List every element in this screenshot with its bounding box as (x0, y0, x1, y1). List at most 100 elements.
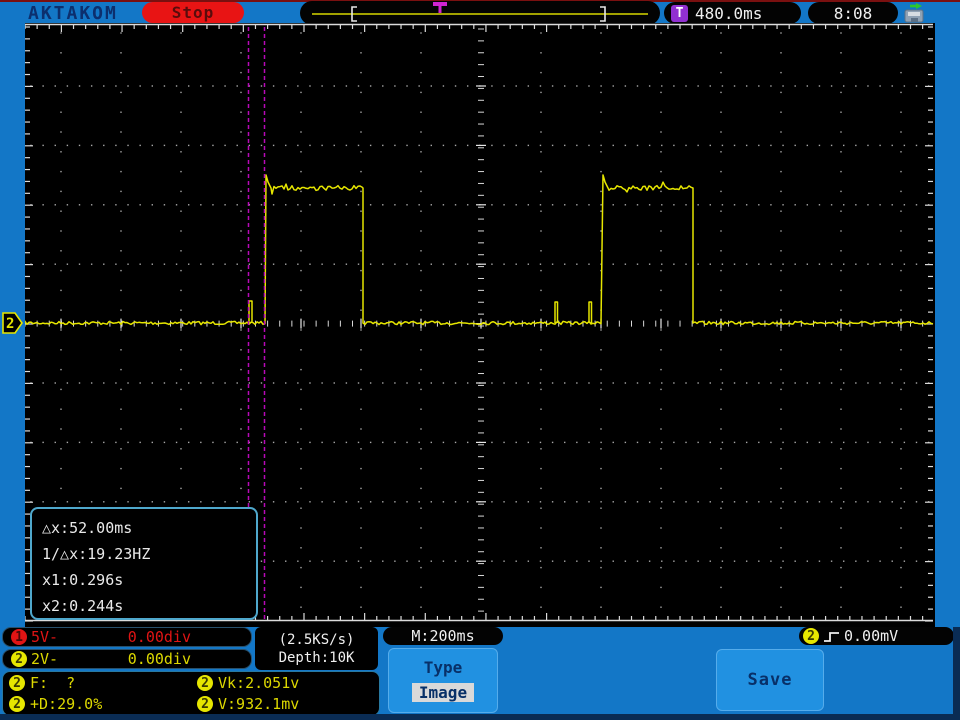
grid-dot (818, 382, 821, 384)
grid-dot (66, 85, 69, 87)
grid-dot (720, 448, 722, 450)
grid-dot (780, 467, 782, 470)
grid-dot (360, 32, 362, 34)
grid-dot (120, 32, 122, 34)
grid-dot (240, 388, 242, 391)
grid-dot (551, 85, 554, 87)
grid-dot (782, 501, 784, 503)
grid-dot (720, 269, 722, 272)
grid-dot (780, 566, 782, 569)
ch1-position: 0.00div (127, 628, 191, 646)
grid-dot (867, 263, 869, 265)
grid-dot (66, 204, 69, 206)
grid-dot (624, 144, 627, 147)
grid-dot (540, 606, 542, 608)
grid-dot (818, 144, 821, 147)
grid-dot (855, 501, 857, 503)
grid-dot (624, 204, 627, 206)
grid-dot (721, 263, 724, 265)
grid-dot (780, 408, 782, 410)
grid-dot (42, 441, 44, 444)
grid-dot (491, 441, 493, 444)
grid-dot (780, 428, 782, 430)
grid-dot (420, 388, 422, 391)
grid-dot (103, 85, 105, 87)
grid-dot (915, 382, 918, 384)
grid-dot (272, 144, 275, 147)
grid-dot (540, 52, 542, 54)
grid-dot (745, 144, 748, 147)
grid-dot (360, 448, 362, 450)
grid-dot (240, 71, 242, 74)
grid-dot (840, 507, 842, 509)
grid-dot (576, 85, 578, 87)
grid-dot (224, 441, 226, 444)
grid-dot (564, 85, 566, 87)
grid-dot (127, 85, 129, 87)
grid-dot (794, 144, 796, 147)
grid-dot (697, 560, 699, 562)
oscilloscope-screen: AKTAKOM Stop T 480.0ms 8:08 2 △x:52.00ms… (0, 0, 960, 720)
grid-dot (600, 204, 602, 206)
grid-dot (297, 85, 299, 87)
measurement-channel-badge: 2 (197, 696, 213, 712)
grid-dot (120, 388, 122, 391)
grid-dot (685, 501, 687, 503)
grid-dot (120, 349, 122, 351)
grid-dot (840, 487, 842, 490)
grid-dot (661, 382, 663, 384)
measurement-item: 2 +D:29.0% (9, 695, 197, 713)
grid-dot (720, 329, 722, 331)
grid-dot (420, 448, 422, 450)
grid-dot (442, 441, 445, 444)
grid-dot (840, 527, 842, 529)
grid-dot (394, 144, 396, 147)
run-status-label: Stop (171, 3, 215, 22)
grid-dot (720, 131, 722, 133)
grid-dot (321, 441, 323, 444)
save-button[interactable]: Save (716, 649, 824, 711)
grid-dot (624, 501, 627, 503)
grid-dot (60, 250, 62, 252)
grid-dot (200, 441, 202, 444)
grid-dot (830, 501, 833, 503)
grid-dot (115, 144, 117, 147)
record-position-indicator[interactable] (300, 1, 660, 25)
grid-dot (360, 368, 362, 371)
grid-dot (840, 586, 842, 589)
grid-dot (394, 204, 396, 206)
grid-dot (830, 204, 833, 206)
grid-dot (843, 560, 845, 562)
grid-dot (720, 368, 722, 371)
type-menu-button[interactable]: Type Image (388, 648, 498, 713)
grid-dot (60, 71, 62, 74)
grid-dot (300, 52, 302, 54)
grid-dot (794, 382, 796, 384)
grid-dot (720, 527, 722, 529)
grid-dot (360, 388, 362, 391)
grid-dot (357, 85, 360, 87)
grid-dot (780, 289, 782, 292)
grid-dot (54, 382, 56, 384)
grid-dot (406, 560, 408, 562)
grid-dot (840, 71, 842, 74)
grid-dot (867, 560, 869, 562)
grid-dot (321, 560, 323, 562)
grid-dot (180, 170, 182, 173)
grid-dot (382, 85, 384, 87)
trigger-position-marker-icon[interactable] (433, 2, 447, 13)
type-menu-value[interactable]: Image (411, 683, 475, 702)
cursor-readout-line: x1:0.296s (42, 571, 124, 589)
grid-dot (300, 527, 302, 529)
trigger-t-icon: T (671, 4, 688, 22)
grid-dot (60, 32, 62, 34)
grid-dot (139, 263, 141, 265)
grid-dot (300, 269, 302, 272)
grid-dot (697, 501, 699, 503)
grid-dot (588, 204, 590, 206)
ch2-position-marker[interactable]: 2 (2, 312, 24, 334)
grid-dot (418, 501, 420, 503)
run-status-badge: Stop (142, 2, 244, 23)
grid-dot (360, 329, 362, 331)
grid-dot (600, 467, 602, 470)
